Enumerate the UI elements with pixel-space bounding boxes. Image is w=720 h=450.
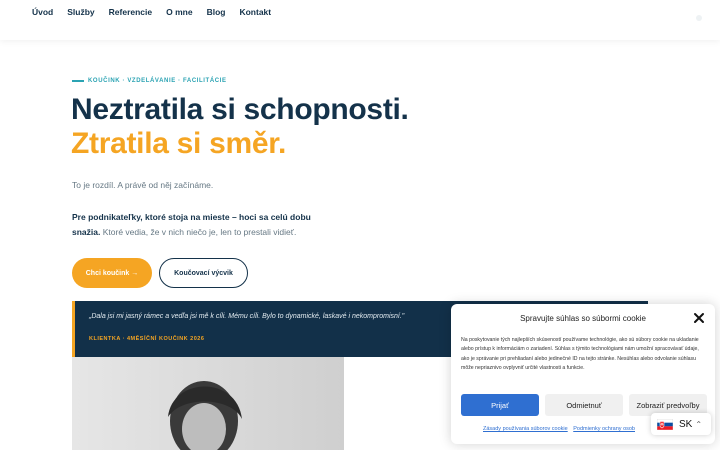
portrait-image	[72, 357, 344, 450]
cookie-title: Spravujte súhlas so súbormi cookie	[520, 314, 646, 323]
cta-training-button[interactable]: Koučovací výcvik	[159, 258, 248, 288]
hero-headline-1: Neztratila si schopnosti.	[71, 93, 409, 126]
hero-paragraph: Pre podnikateľky, ktoré stoja na mieste …	[72, 210, 312, 240]
cookie-body: Na poskytovanie tých najlepších skúsenos…	[461, 337, 699, 371]
hero-headline-2: Ztratila si směr.	[71, 127, 287, 160]
nav-item-uvod[interactable]: Úvod	[32, 7, 53, 17]
top-navigation: Úvod Služby Referencie O mne Blog Kontak…	[0, 0, 720, 40]
slovakia-flag-icon	[657, 418, 673, 430]
language-label: SK	[679, 418, 693, 430]
nav-item-sluzby[interactable]: Služby	[67, 7, 94, 17]
portrait-photo	[72, 357, 344, 450]
language-switcher[interactable]: SK ⌃	[651, 413, 711, 435]
cookie-links: Zásady používania súborov cookie Podmien…	[483, 426, 639, 432]
hero-eyebrow: KOUČINK · VZDELÁVANIE · FACILITÁCIE	[72, 78, 227, 84]
hero-lead: To je rozdíl. A právě od něj začínáme.	[72, 180, 214, 190]
nav-item-referencie[interactable]: Referencie	[109, 7, 152, 17]
nav-item-blog[interactable]: Blog	[207, 7, 226, 17]
cta-coaching-button[interactable]: Chci koučink →	[72, 258, 152, 288]
close-icon[interactable]	[693, 312, 705, 324]
eyebrow-text: KOUČINK · VZDELÁVANIE · FACILITÁCIE	[88, 78, 227, 84]
cookie-policy-link[interactable]: Zásady používania súborov cookie	[483, 426, 568, 432]
testimonial-author: KLIENTKA · 4MĚSÍČNÍ KOUČINK 2026	[89, 336, 205, 342]
testimonial-text: „Dala jsi mi jasný rámec a vedľa jsi mě …	[89, 313, 405, 320]
accept-button[interactable]: Prijať	[461, 394, 539, 416]
nav-item-o-mne[interactable]: O mne	[166, 7, 192, 17]
hero-paragraph-rest: Ktoré vedia, že v nich niečo je, len to …	[102, 227, 297, 237]
deny-button[interactable]: Odmietnuť	[545, 394, 623, 416]
chevron-up-icon: ⌃	[695, 419, 703, 429]
privacy-policy-link[interactable]: Podmienky ochrany osob	[573, 426, 635, 432]
nav-menu: Úvod Služby Referencie O mne Blog Kontak…	[32, 7, 285, 17]
nav-dot-icon	[696, 15, 702, 21]
nav-item-kontakt[interactable]: Kontakt	[239, 7, 271, 17]
eyebrow-line	[72, 80, 84, 82]
